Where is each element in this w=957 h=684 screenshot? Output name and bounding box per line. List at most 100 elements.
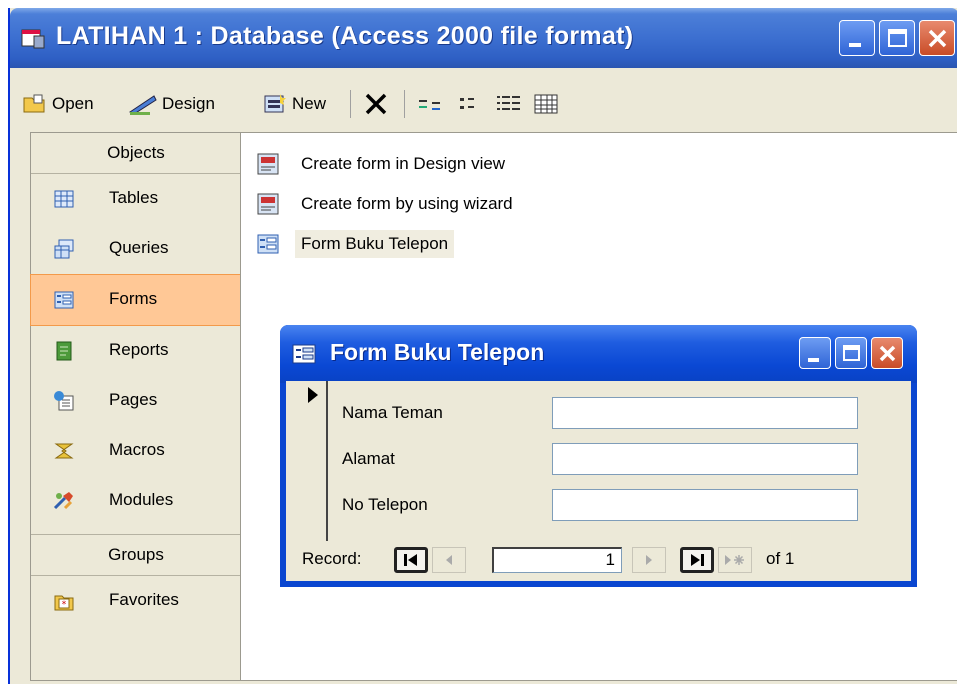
first-record-button[interactable] <box>394 547 428 573</box>
record-selector[interactable] <box>286 381 328 541</box>
list-view-button[interactable] <box>494 90 528 118</box>
current-record-arrow-icon <box>308 387 318 403</box>
previous-record-icon <box>446 555 452 565</box>
form-body: Nama Teman Alamat No Telepon Record: 1 o… <box>286 381 911 581</box>
list-item-label: Create form in Design view <box>301 154 506 173</box>
svg-text:*: * <box>62 600 67 610</box>
database-icon <box>21 29 45 49</box>
module-icon <box>53 492 73 510</box>
form-maximize-button[interactable] <box>835 337 867 369</box>
minimize-icon <box>849 43 861 47</box>
design-wizard-icon <box>257 193 279 215</box>
object-label: Modules <box>109 490 174 509</box>
report-icon <box>56 341 72 361</box>
maximize-icon <box>843 345 860 361</box>
page-icon <box>54 391 74 411</box>
design-ruler-icon <box>129 95 157 115</box>
object-label: Forms <box>109 289 158 308</box>
record-count: of 1 <box>766 549 795 568</box>
list-item-label: Form Buku Telepon <box>295 230 455 258</box>
objects-header[interactable]: Objects <box>31 133 241 174</box>
macro-icon <box>54 443 74 459</box>
open-folder-icon <box>23 94 45 113</box>
next-record-icon <box>646 555 652 565</box>
maximize-button[interactable] <box>879 20 915 56</box>
new-button[interactable]: New <box>262 90 326 118</box>
new-form-icon <box>264 94 286 113</box>
object-item-forms[interactable]: Forms <box>30 274 242 326</box>
form-icon <box>257 234 279 254</box>
minimize-icon <box>808 358 819 362</box>
new-label: New <box>292 94 327 113</box>
details-view-button[interactable] <box>532 90 566 118</box>
list-item-design-view[interactable]: Create form in Design view <box>255 149 511 179</box>
object-item-pages[interactable]: Pages <box>31 376 241 426</box>
next-record-button[interactable] <box>632 547 666 573</box>
object-item-queries[interactable]: Queries <box>31 224 241 274</box>
close-button[interactable] <box>919 20 955 56</box>
current-record-input[interactable]: 1 <box>492 547 622 573</box>
list-item-label: Create form by using wizard <box>301 194 513 213</box>
object-item-macros[interactable]: Macros <box>31 426 241 476</box>
groups-header[interactable]: Groups <box>31 534 241 576</box>
large-icons-icon <box>419 100 440 110</box>
form-title-bar[interactable]: Form Buku Telepon <box>280 325 917 383</box>
small-icons-icon <box>460 98 474 109</box>
table-icon <box>54 190 74 208</box>
query-icon <box>54 239 74 259</box>
record-label: Record: <box>302 549 362 568</box>
object-label: Macros <box>109 440 165 459</box>
form-title: Form Buku Telepon <box>330 339 545 365</box>
object-label: Tables <box>109 188 159 207</box>
database-toolbar: Open Design New <box>10 68 957 138</box>
previous-record-button[interactable] <box>432 547 466 573</box>
toolbar-separator <box>404 90 405 118</box>
large-icons-button[interactable] <box>416 90 450 118</box>
form-icon <box>54 291 74 309</box>
small-icons-button[interactable] <box>456 90 490 118</box>
form-window: Form Buku Telepon Nama Teman Alamat No T… <box>280 325 917 587</box>
objects-panel: Objects Tables Queries Forms Reports Pag… <box>30 132 242 681</box>
field-label-nama-teman: Nama Teman <box>342 403 443 422</box>
object-item-tables[interactable]: Tables <box>31 174 241 224</box>
minimize-button[interactable] <box>839 20 875 56</box>
alamat-field[interactable] <box>552 443 858 475</box>
list-item-form-buku-telepon[interactable]: Form Buku Telepon <box>255 229 455 259</box>
last-record-icon <box>691 554 704 566</box>
object-item-reports[interactable]: Reports <box>31 326 241 376</box>
database-title-bar[interactable]: LATIHAN 1 : Database (Access 2000 file f… <box>10 8 957 68</box>
design-wizard-icon <box>257 153 279 175</box>
close-icon <box>928 29 947 48</box>
no-telepon-field[interactable] <box>552 489 858 521</box>
nama-teman-field[interactable] <box>552 397 858 429</box>
group-label: Favorites <box>109 590 179 609</box>
open-button[interactable]: Open <box>22 90 94 118</box>
close-icon <box>879 345 896 362</box>
last-record-button[interactable] <box>680 547 714 573</box>
details-view-icon <box>534 94 558 114</box>
record-navigation-bar: Record: 1 of 1 <box>286 539 911 581</box>
field-label-alamat: Alamat <box>342 449 395 468</box>
form-icon <box>292 344 316 364</box>
design-button[interactable]: Design <box>128 90 215 118</box>
new-record-icon <box>725 555 744 565</box>
open-label: Open <box>52 94 94 113</box>
field-label-no-telepon: No Telepon <box>342 495 428 514</box>
delete-button[interactable] <box>362 90 394 118</box>
favorites-folder-icon: * <box>54 595 74 611</box>
form-close-button[interactable] <box>871 337 903 369</box>
toolbar-separator <box>350 90 351 118</box>
maximize-icon <box>888 29 907 47</box>
object-label: Reports <box>109 340 169 359</box>
object-item-modules[interactable]: Modules <box>31 476 241 526</box>
object-label: Queries <box>109 238 169 257</box>
form-minimize-button[interactable] <box>799 337 831 369</box>
delete-icon <box>365 93 387 115</box>
first-record-icon <box>404 554 417 566</box>
window-title: LATIHAN 1 : Database (Access 2000 file f… <box>56 22 634 50</box>
list-item-wizard[interactable]: Create form by using wizard <box>255 189 519 219</box>
new-record-button[interactable] <box>718 547 752 573</box>
object-label: Pages <box>109 390 158 409</box>
design-label: Design <box>162 94 215 113</box>
group-item-favorites[interactable]: * Favorites <box>31 576 241 626</box>
